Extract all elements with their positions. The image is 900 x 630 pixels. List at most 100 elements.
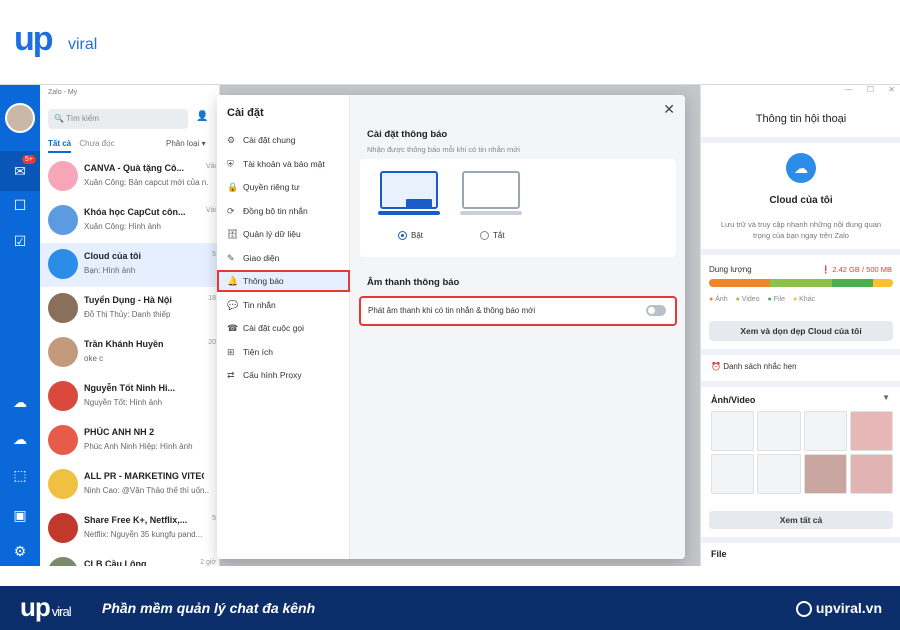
chat-item[interactable]: Share Free K+, Netflix,... Netflix: Nguyễ… — [40, 507, 220, 551]
tab-unread[interactable]: Chưa đọc — [79, 139, 114, 148]
sound-section-title: Âm thanh thông báo — [367, 277, 460, 288]
settings-menu-item[interactable]: 💬 Tin nhắn — [217, 294, 350, 316]
menu-item-label: Đồng bộ tin nhắn — [243, 205, 308, 216]
chat-name: Share Free K+, Netflix,... — [84, 515, 188, 525]
toolbox-icon[interactable]: ▣ — [8, 503, 32, 527]
cloud-icon[interactable]: ☁ — [8, 427, 32, 451]
chat-item[interactable]: Tuyển Dụng - Hà Nội Đỗ Thị Thủy: Danh thi… — [40, 287, 220, 331]
menu-item-icon: ⟳ — [227, 205, 235, 216]
radio-on-dot — [398, 231, 407, 241]
upviral-logo: up viral — [14, 14, 124, 74]
settings-menu-item[interactable]: ⊞ Tiện ích — [217, 341, 350, 363]
settings-gear-icon[interactable]: ⚙ — [8, 539, 32, 563]
settings-menu-item[interactable]: ⇄ Cấu hình Proxy — [217, 364, 350, 386]
unread-badge: 5+ — [22, 155, 36, 164]
chevron-down-icon[interactable]: ▼ — [882, 393, 890, 402]
media-thumb[interactable] — [803, 454, 847, 494]
storage-legend: ● Ảnh ● Video ● File ● Khác — [709, 296, 821, 303]
user-avatar[interactable] — [5, 103, 35, 133]
settings-menu-item[interactable]: ⟳ Đồng bộ tin nhắn — [217, 200, 350, 222]
chat-time: 5 — [212, 251, 216, 258]
conversation-list: Zalo - My 🔍 Tìm kiếm 👤 Tất cả Chưa đọc P… — [40, 85, 220, 566]
media-thumb[interactable] — [711, 411, 755, 451]
upviral-logo-mark: up — [14, 20, 54, 58]
media-thumb[interactable] — [849, 411, 893, 451]
menu-item-label: Quản lý dữ liệu — [243, 229, 301, 239]
radio-off-dot — [480, 231, 489, 241]
upviral-logo-sub: viral — [68, 36, 98, 53]
add-friend-icon[interactable]: 👤 — [196, 111, 208, 122]
reminders-label: Danh sách nhắc hẹn — [723, 362, 797, 371]
minimize-icon[interactable]: — — [845, 85, 853, 94]
footer-website: upviral.vn — [795, 600, 882, 618]
tab-all[interactable]: Tất cả — [48, 139, 72, 153]
cloud-title: Cloud của tôi — [769, 195, 833, 206]
laptop-off-illustration[interactable] — [462, 171, 520, 209]
settings-menu-item[interactable]: ☎ Cài đặt cuộc gọi — [217, 317, 350, 339]
media-thumb[interactable] — [711, 454, 755, 494]
media-title: Ảnh/Video — [711, 395, 756, 405]
chat-item[interactable]: CANVA - Quà tặng Cô... Xuân Công: Bản cap… — [40, 155, 220, 199]
chat-item[interactable]: CLB Cầu Lông 2 giờ — [40, 551, 220, 566]
chat-avatar — [48, 249, 78, 279]
chat-time: 20 — [208, 339, 216, 346]
chat-item[interactable]: ALL PR - MARKETING VITECH Ninh Cao: @Văn … — [40, 463, 220, 507]
storage-label: Dung lượng — [709, 265, 752, 274]
media-thumb[interactable] — [757, 411, 801, 451]
filter-dropdown[interactable]: Phân loại ▾ — [166, 139, 206, 148]
cloud-sync-icon[interactable]: ☁ — [8, 390, 32, 414]
menu-item-label: Quyền riêng tư — [243, 182, 300, 192]
search-input[interactable]: 🔍 Tìm kiếm — [48, 109, 188, 129]
chat-name: CLB Cầu Lông — [84, 559, 147, 566]
chat-preview: Nguyễn Tốt: Hình ảnh — [84, 398, 163, 407]
chat-item[interactable]: Cloud của tôi Bạn: Hình ảnh 5 — [40, 243, 220, 287]
menu-item-label: Cấu hình Proxy — [243, 370, 302, 380]
menu-item-label: Cài đặt chung — [243, 135, 296, 145]
chat-item[interactable]: PHÚC ANH NH 2 Phúc Anh Ninh Hiệp: Hình ản… — [40, 419, 220, 463]
promo-footer: up viral Phần mềm quản lý chat đa kênh up… — [0, 586, 900, 630]
settings-menu-item[interactable]: ⚙ Cài đặt chung — [217, 129, 350, 151]
close-icon[interactable]: ✕ — [663, 101, 675, 118]
cloud-icon: ☁ — [786, 153, 816, 183]
media-thumb[interactable] — [757, 454, 801, 494]
media-thumb[interactable] — [803, 411, 847, 451]
chat-name: ALL PR - MARKETING VITECH — [84, 471, 204, 481]
filter-label: Phân loại — [166, 139, 200, 148]
todo-icon[interactable]: ☑ — [8, 229, 32, 253]
screenshot-icon[interactable]: ⬚ — [8, 463, 32, 487]
radio-on[interactable]: Bật — [398, 231, 423, 241]
chat-preview: Phúc Anh Ninh Hiệp: Hình ảnh — [84, 442, 193, 451]
sound-toggle[interactable] — [646, 305, 666, 316]
chat-preview: Đỗ Thị Thủy: Danh thiếp — [84, 310, 171, 319]
legend-image: ● Ảnh — [709, 296, 728, 303]
chat-item[interactable]: Khóa học CapCut côn... Xuân Công: Hình ản… — [40, 199, 220, 243]
chat-preview: Netflix: Nguyễn 35 kungfu pand... — [84, 530, 203, 539]
chat-item[interactable]: Trần Khánh Huyền oke c 20 — [40, 331, 220, 375]
settings-menu-item[interactable]: 🔒 Quyền riêng tư — [217, 176, 350, 198]
zalo-app-window: ✉ 5+ ☐ ☑ ☁ ☁ ⬚ ▣ ⚙ Zalo - My 🔍 Tìm kiếm … — [0, 84, 900, 566]
menu-item-icon: 🗄 — [227, 229, 239, 239]
chat-item[interactable]: Nguyễn Tốt Ninh Hi... Nguyễn Tốt: Hình ản… — [40, 375, 220, 419]
storage-value: ❗ 2.42 GB / 500 MB — [820, 265, 892, 274]
settings-menu-item[interactable]: ✎ Giao diện — [217, 247, 350, 269]
media-thumb[interactable] — [849, 454, 893, 494]
file-title: File — [711, 549, 727, 559]
settings-menu-item[interactable]: ⛨ Tài khoản và bảo mật — [217, 153, 350, 175]
see-all-button[interactable]: Xem tất cả — [709, 511, 893, 529]
menu-item-icon: ☎ — [227, 323, 239, 333]
menu-item-label: Thông báo — [243, 276, 284, 286]
clean-cloud-button[interactable]: Xem và dọn dẹp Cloud của tôi — [709, 321, 893, 341]
maximize-icon[interactable]: ☐ — [867, 85, 874, 94]
laptop-on-illustration[interactable] — [380, 171, 438, 209]
chat-preview: Xuân Công: Hình ảnh — [84, 222, 161, 231]
conversation-info-panel: — ☐ ✕ Thông tin hội thoại ☁ Cloud của tô… — [700, 85, 900, 566]
divider — [701, 537, 900, 543]
contacts-icon[interactable]: ☐ — [8, 193, 32, 217]
footer-logo-mark: up — [20, 592, 51, 622]
settings-menu-item[interactable]: 🗄 Quản lý dữ liệu — [217, 223, 350, 245]
settings-menu-item[interactable]: 🔔 Thông báo — [217, 270, 350, 292]
radio-off[interactable]: Tắt — [480, 231, 505, 241]
window-close-icon[interactable]: ✕ — [888, 85, 895, 94]
reminders-item[interactable]: ⏰ Danh sách nhắc hẹn — [711, 362, 797, 371]
chat-time: Vài — [205, 163, 216, 170]
